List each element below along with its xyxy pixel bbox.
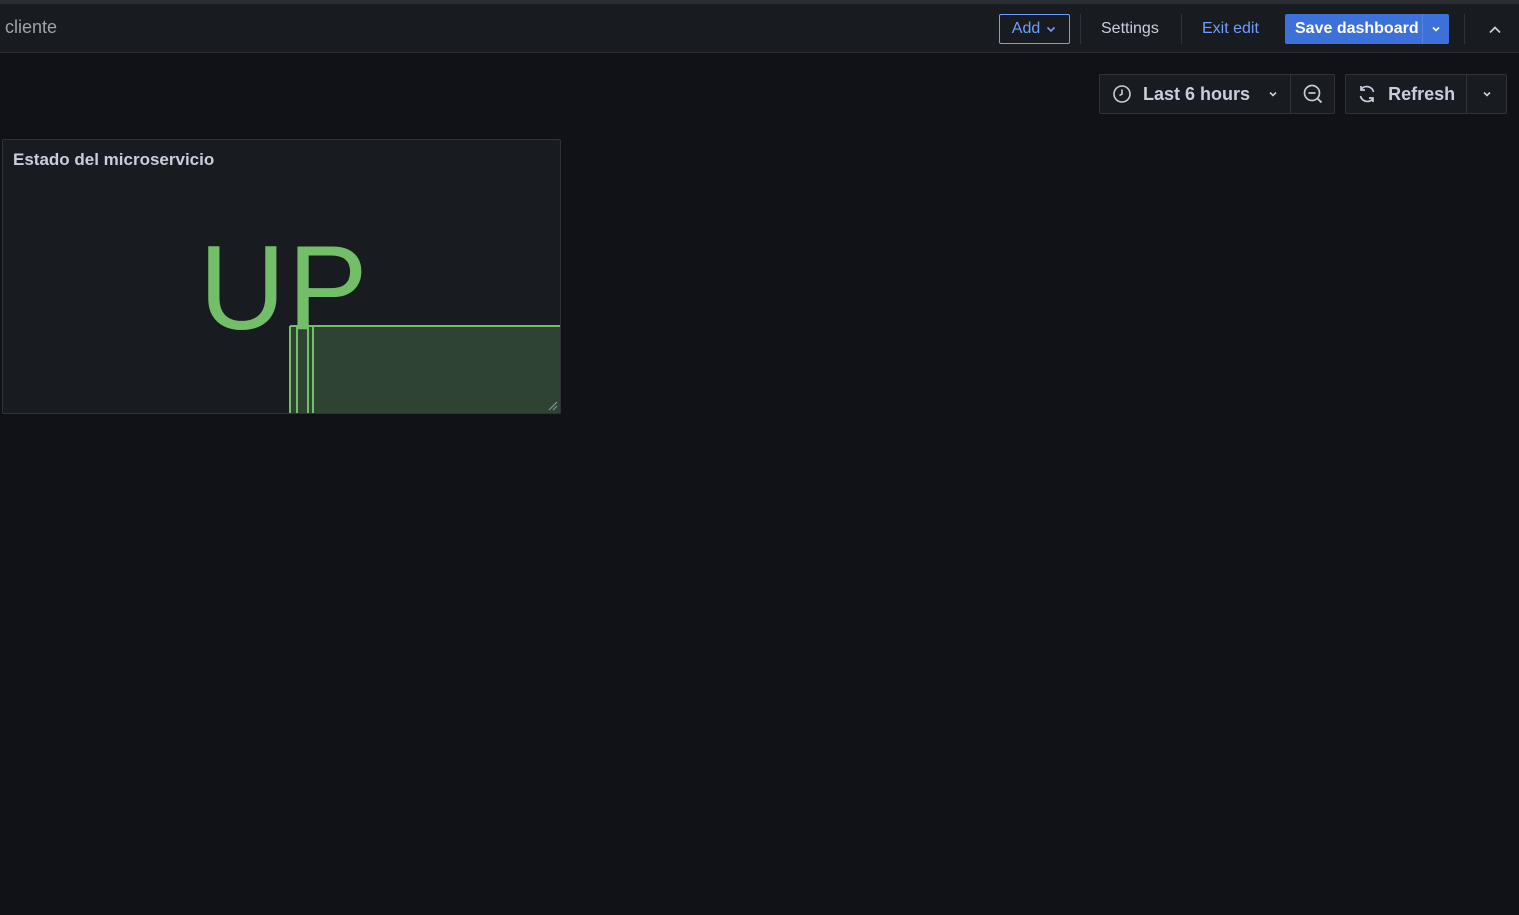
dashboard-title-text: o cliente — [0, 17, 58, 37]
stat-panel[interactable]: Estado del microservicio UP — [2, 139, 561, 414]
zoom-out-button[interactable] — [1290, 75, 1334, 113]
chevron-down-icon — [1047, 26, 1056, 33]
add-button[interactable]: Add — [999, 14, 1070, 44]
time-range-picker[interactable]: Last 6 hours — [1100, 75, 1290, 113]
clock-icon — [1113, 85, 1131, 103]
save-dashboard-label: Save dashboard — [1295, 20, 1419, 37]
save-options-button[interactable] — [1422, 14, 1449, 44]
divider — [1080, 14, 1081, 44]
refresh-interval-button[interactable] — [1466, 75, 1506, 113]
zoom-out-icon — [1303, 84, 1322, 104]
collapse-toolbar-button[interactable] — [1483, 18, 1507, 42]
refresh-controls: Refresh — [1345, 74, 1507, 114]
chevron-down-icon — [1432, 26, 1440, 32]
exit-edit-label: Exit edit — [1202, 20, 1259, 37]
dashboard-title: o cliente — [0, 17, 57, 38]
divider — [1464, 14, 1465, 44]
refresh-label: Refresh — [1388, 83, 1456, 104]
chevron-down-icon — [1483, 91, 1491, 97]
chevron-down-icon — [1269, 91, 1277, 97]
stat-value: UP — [199, 221, 370, 355]
time-range-label: Last 6 hours — [1143, 83, 1251, 104]
chevron-up-icon — [1489, 26, 1501, 34]
settings-label: Settings — [1101, 20, 1159, 37]
exit-edit-button[interactable]: Exit edit — [1202, 14, 1259, 44]
settings-button[interactable]: Settings — [1101, 14, 1159, 44]
add-button-label: Add — [1011, 20, 1041, 37]
refresh-icon — [1359, 85, 1375, 103]
time-range-controls: Last 6 hours — [1099, 74, 1335, 114]
save-dashboard-button[interactable]: Save dashboard — [1285, 14, 1449, 44]
divider — [1181, 14, 1182, 44]
refresh-button[interactable]: Refresh — [1346, 75, 1466, 113]
dashboard-toolbar: o cliente Add Settings Exit edit Save da… — [0, 0, 1519, 53]
resize-handle-icon[interactable] — [546, 399, 558, 411]
